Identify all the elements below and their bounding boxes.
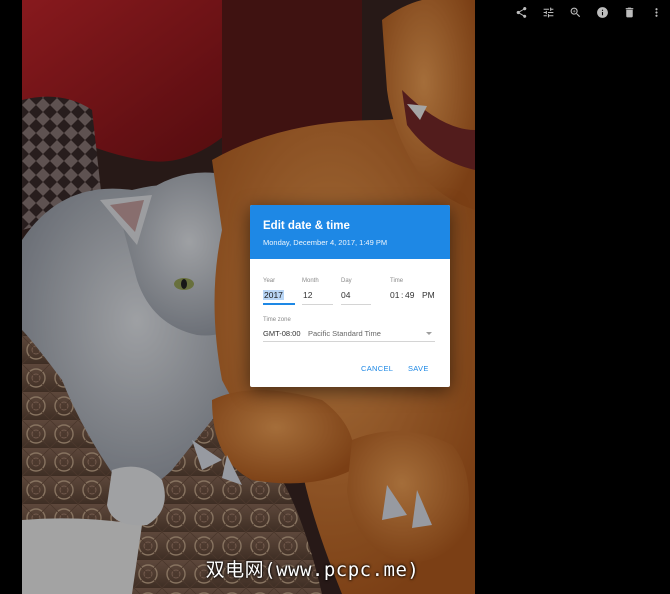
year-label: Year <box>263 278 276 284</box>
year-underline <box>263 303 295 305</box>
day-label: Day <box>341 278 352 284</box>
month-field[interactable]: 12 <box>303 290 312 301</box>
month-label: Month <box>302 278 319 284</box>
zoom-in-icon <box>570 7 581 17</box>
delete-button[interactable] <box>616 3 643 21</box>
dialog-header: Edit date & time Monday, December 4, 201… <box>250 205 450 259</box>
time-label: Time <box>390 278 404 284</box>
timezone-name: Pacific Standard Time <box>308 329 381 338</box>
minute-field[interactable]: 49 <box>405 290 414 301</box>
hour-field[interactable]: 01 <box>390 290 399 301</box>
zoom-button[interactable] <box>562 3 589 21</box>
save-button[interactable]: SAVE <box>408 364 429 374</box>
info-button[interactable] <box>589 3 616 21</box>
month-underline <box>302 304 333 305</box>
ampm-field[interactable]: PM <box>422 290 435 301</box>
timezone-label: Time zone <box>263 317 291 323</box>
watermark-text: 双电网(www.pcpc.me) <box>205 559 420 581</box>
dialog-title: Edit date & time <box>263 220 350 232</box>
dialog-subtitle: Monday, December 4, 2017, 1:49 PM <box>263 238 388 247</box>
timezone-select[interactable]: GMT-08:00 Pacific Standard Time <box>263 326 435 342</box>
timezone-offset: GMT-08:00 <box>263 329 301 338</box>
edit-date-time-dialog: Edit date & time Monday, December 4, 201… <box>250 205 450 387</box>
delete-icon <box>625 7 634 17</box>
edit-adjust-button[interactable] <box>535 3 562 21</box>
more-vert-icon <box>655 7 658 17</box>
more-options-button[interactable] <box>643 3 670 21</box>
share-button[interactable] <box>508 3 535 21</box>
viewer-toolbar <box>508 3 670 21</box>
chevron-down-icon <box>426 332 432 335</box>
info-icon <box>597 6 608 18</box>
share-icon <box>516 6 527 18</box>
cancel-button[interactable]: CANCEL <box>361 364 393 374</box>
photo-viewer: Edit date & time Monday, December 4, 201… <box>0 0 670 594</box>
tune-icon <box>543 7 554 17</box>
timezone-underline <box>263 341 435 342</box>
day-field[interactable]: 04 <box>341 290 350 301</box>
day-underline <box>341 304 371 305</box>
year-value: 2017 <box>263 290 284 300</box>
year-field[interactable]: 2017 <box>263 290 284 301</box>
time-separator: : <box>401 290 404 300</box>
